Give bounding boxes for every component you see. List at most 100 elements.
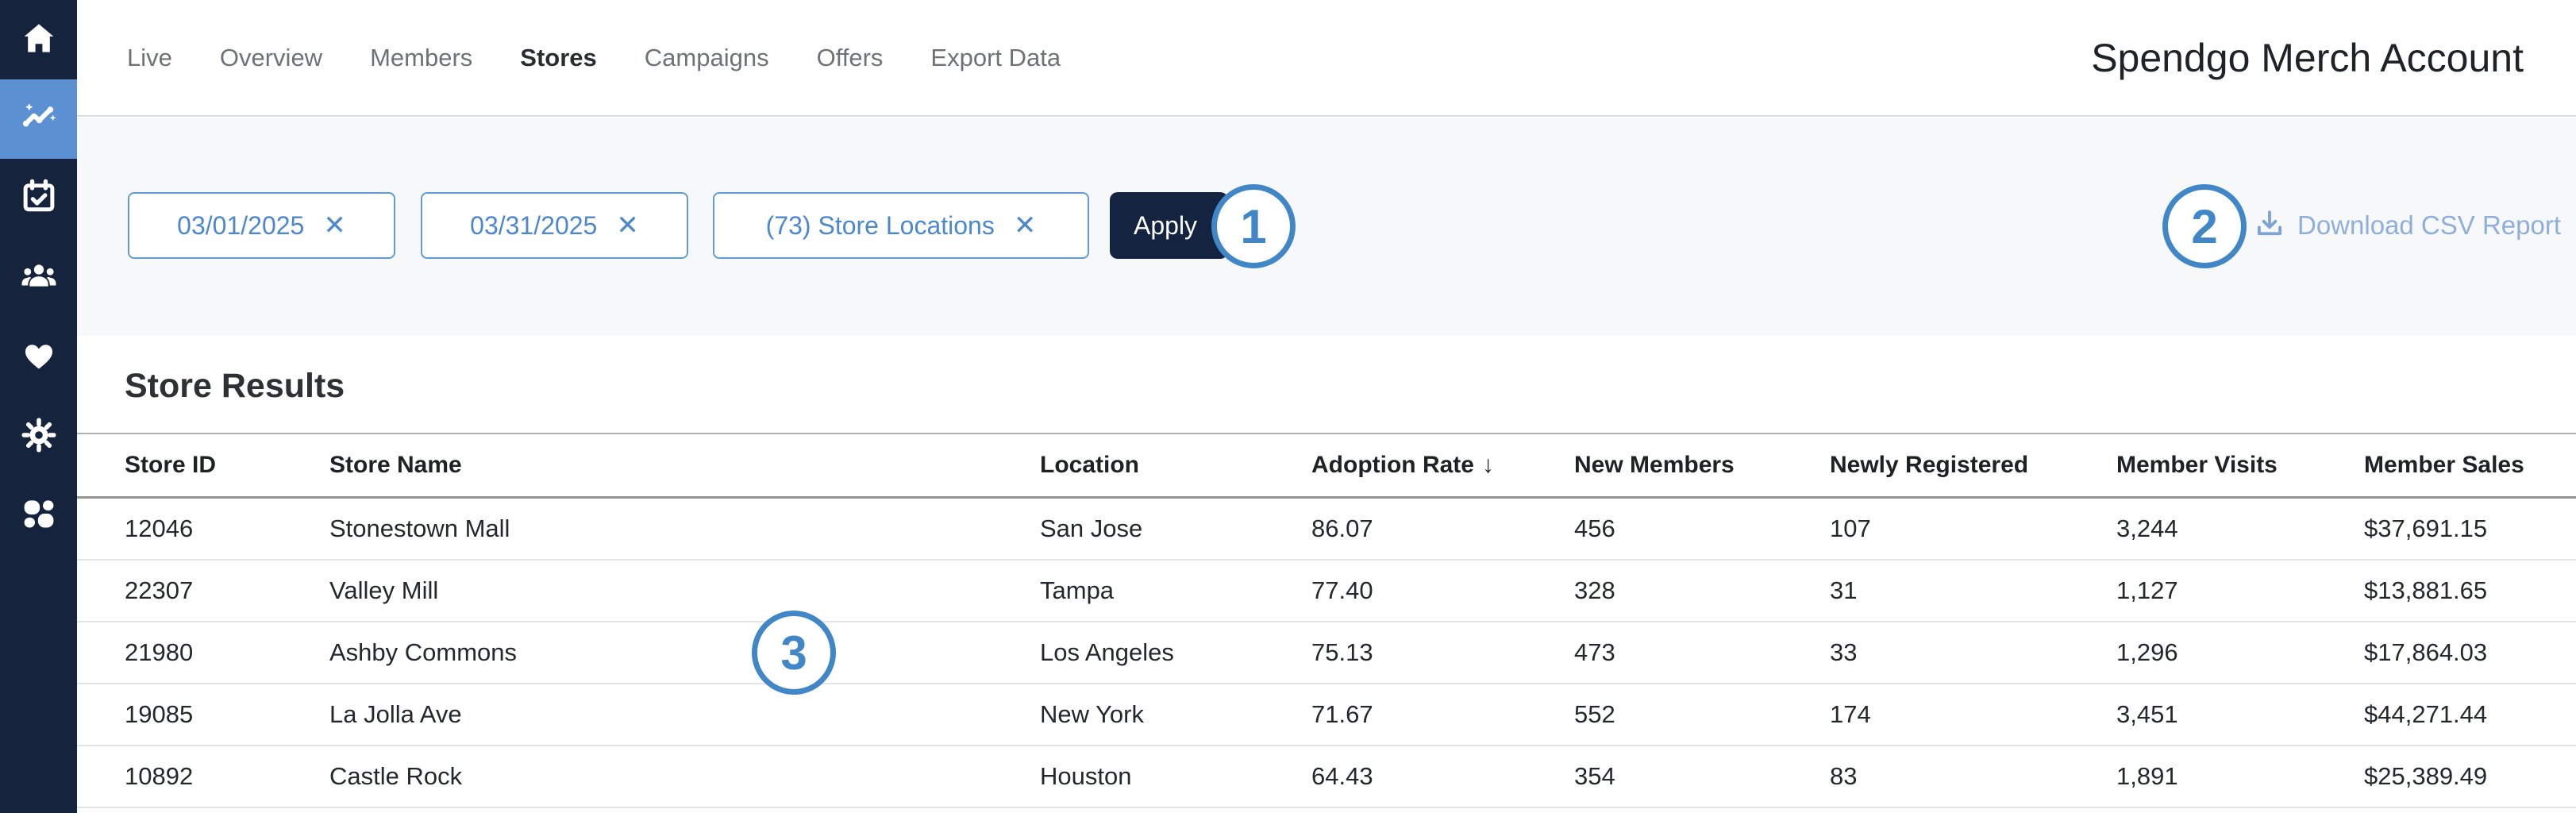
apply-button[interactable]: Apply <box>1110 192 1228 259</box>
sidebar-item-members[interactable] <box>0 238 77 318</box>
sidebar-item-calendar[interactable] <box>0 159 77 238</box>
cell-store-id: 12046 <box>77 514 329 543</box>
cell-location: Houston <box>1040 762 1311 791</box>
cell-new-members: 456 <box>1574 514 1830 543</box>
store-results-title: Store Results <box>125 367 345 406</box>
column-header-member-sales[interactable]: Member Sales <box>2364 452 2576 479</box>
column-header-store-id[interactable]: Store ID <box>77 452 329 479</box>
gear-icon <box>21 417 57 457</box>
members-icon <box>21 258 57 299</box>
store-results-table: Store ID Store Name Location Adoption Ra… <box>77 433 2576 808</box>
sidebar-item-favorites[interactable] <box>0 318 77 397</box>
cell-store-name: La Jolla Ave <box>329 700 1040 729</box>
column-header-store-name[interactable]: Store Name <box>329 452 1040 479</box>
sidebar-item-analytics[interactable] <box>0 79 77 159</box>
cell-member-sales: $17,864.03 <box>2364 638 2576 667</box>
table-row: 21980 Ashby Commons Los Angeles 75.13 47… <box>77 622 2576 684</box>
cell-new-members: 473 <box>1574 638 1830 667</box>
sidebar-item-home[interactable] <box>0 0 77 79</box>
filter-chip-store-locations[interactable]: (73) Store Locations ✕ <box>713 192 1089 259</box>
cell-newly-registered: 107 <box>1830 514 2116 543</box>
cell-store-name: Valley Mill <box>329 576 1040 605</box>
column-header-member-visits[interactable]: Member Visits <box>2116 452 2364 479</box>
cell-member-visits: 3,451 <box>2116 700 2364 729</box>
cell-store-id: 22307 <box>77 576 329 605</box>
filter-chip-store-locations-label: (73) Store Locations <box>766 211 995 241</box>
nav-item-export-data[interactable]: Export Data <box>930 44 1061 72</box>
column-header-newly-registered[interactable]: Newly Registered <box>1830 452 2116 479</box>
top-nav: Live Overview Members Stores Campaigns O… <box>77 0 2576 117</box>
nav-item-campaigns[interactable]: Campaigns <box>645 44 769 72</box>
nav-item-overview[interactable]: Overview <box>220 44 322 72</box>
close-icon[interactable]: ✕ <box>323 212 346 239</box>
close-icon[interactable]: ✕ <box>1014 212 1037 239</box>
nav-item-stores[interactable]: Stores <box>520 44 596 72</box>
cell-new-members: 328 <box>1574 576 1830 605</box>
cell-location: Los Angeles <box>1040 638 1311 667</box>
table-row: 10892 Castle Rock Houston 64.43 354 83 1… <box>77 746 2576 808</box>
adoption-rate-label: Adoption Rate <box>1311 452 1474 478</box>
cell-store-id: 21980 <box>77 638 329 667</box>
cell-store-name: Castle Rock <box>329 762 1040 791</box>
nav-item-offers[interactable]: Offers <box>817 44 884 72</box>
cell-member-sales: $44,271.44 <box>2364 700 2576 729</box>
annotation-1-number: 1 <box>1240 199 1266 254</box>
table-header-row: Store ID Store Name Location Adoption Ra… <box>77 433 2576 499</box>
nav-item-members[interactable]: Members <box>370 44 472 72</box>
cell-member-visits: 1,891 <box>2116 762 2364 791</box>
cell-location: New York <box>1040 700 1311 729</box>
table-row: 19085 La Jolla Ave New York 71.67 552 17… <box>77 684 2576 746</box>
filter-chip-end-date-label: 03/31/2025 <box>470 211 597 241</box>
close-icon[interactable]: ✕ <box>616 212 639 239</box>
cell-store-name: Ashby Commons <box>329 638 1040 667</box>
cell-member-visits: 1,296 <box>2116 638 2364 667</box>
annotation-2-number: 2 <box>2191 199 2217 254</box>
filter-chip-end-date[interactable]: 03/31/2025 ✕ <box>421 192 688 259</box>
cell-member-visits: 1,127 <box>2116 576 2364 605</box>
cell-member-sales: $25,389.49 <box>2364 762 2576 791</box>
table-row: 22307 Valley Mill Tampa 77.40 328 31 1,1… <box>77 561 2576 622</box>
annotation-circle-2: 2 <box>2162 184 2247 268</box>
cell-adoption-rate: 77.40 <box>1311 576 1574 605</box>
column-header-new-members[interactable]: New Members <box>1574 452 1830 479</box>
sidebar-item-apps[interactable] <box>0 476 77 556</box>
cell-member-sales: $13,881.65 <box>2364 576 2576 605</box>
cell-location: San Jose <box>1040 514 1311 543</box>
cell-newly-registered: 83 <box>1830 762 2116 791</box>
calendar-check-icon <box>21 179 57 219</box>
home-icon <box>21 20 57 60</box>
cell-member-sales: $37,691.15 <box>2364 514 2576 543</box>
cell-adoption-rate: 71.67 <box>1311 700 1574 729</box>
cell-new-members: 354 <box>1574 762 1830 791</box>
download-icon <box>2253 207 2286 245</box>
annotation-3-number: 3 <box>780 626 807 680</box>
nav-item-live[interactable]: Live <box>127 44 172 72</box>
analytics-icon <box>21 99 57 140</box>
sort-descending-icon: ↓ <box>1482 452 1494 478</box>
cell-newly-registered: 33 <box>1830 638 2116 667</box>
cell-store-id: 10892 <box>77 762 329 791</box>
cell-adoption-rate: 64.43 <box>1311 762 1574 791</box>
blocks-icon <box>21 496 57 537</box>
heart-icon <box>21 337 57 378</box>
column-header-adoption-rate[interactable]: Adoption Rate ↓ <box>1311 452 1574 479</box>
filter-chip-start-date[interactable]: 03/01/2025 ✕ <box>128 192 395 259</box>
filter-chip-start-date-label: 03/01/2025 <box>177 211 304 241</box>
cell-adoption-rate: 86.07 <box>1311 514 1574 543</box>
column-header-location[interactable]: Location <box>1040 452 1311 479</box>
annotation-circle-3: 3 <box>752 611 836 695</box>
cell-newly-registered: 174 <box>1830 700 2116 729</box>
annotation-circle-1: 1 <box>1211 184 1296 268</box>
cell-member-visits: 3,244 <box>2116 514 2364 543</box>
download-csv-link[interactable]: Download CSV Report <box>2253 192 2561 259</box>
cell-store-id: 19085 <box>77 700 329 729</box>
cell-location: Tampa <box>1040 576 1311 605</box>
table-row: 12046 Stonestown Mall San Jose 86.07 456… <box>77 499 2576 561</box>
sidebar-item-settings[interactable] <box>0 397 77 476</box>
account-title: Spendgo Merch Account <box>2091 35 2524 81</box>
cell-store-name: Stonestown Mall <box>329 514 1040 543</box>
cell-adoption-rate: 75.13 <box>1311 638 1574 667</box>
cell-new-members: 552 <box>1574 700 1830 729</box>
sidebar <box>0 0 77 813</box>
download-csv-label: Download CSV Report <box>2297 210 2561 241</box>
